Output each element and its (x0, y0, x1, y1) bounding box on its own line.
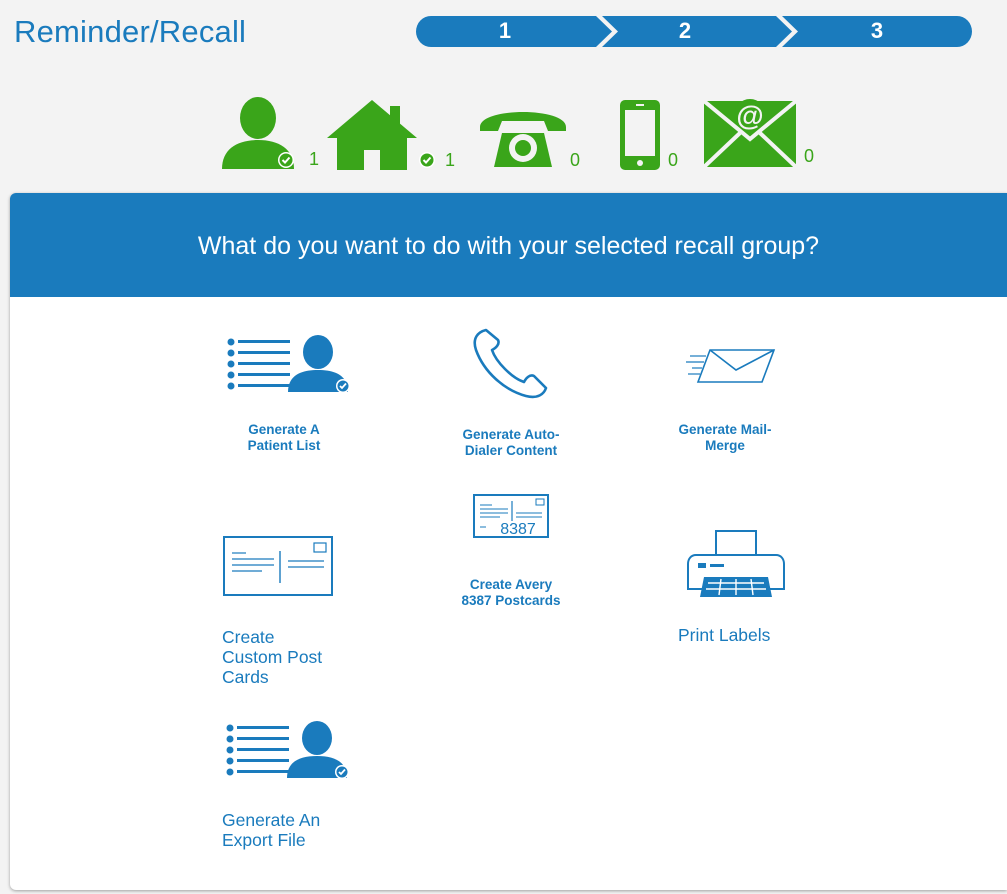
postcard-icon (223, 536, 333, 596)
email-count-value: 0 (804, 146, 815, 166)
printer-icon (687, 530, 785, 597)
telephone-icon (480, 112, 566, 167)
mobile-phone-icon (620, 100, 660, 170)
generate-mail-merge-option[interactable]: Generate Mail- Merge (670, 346, 780, 454)
svg-text:@: @ (736, 100, 763, 131)
avery-label-2: 8387 Postcards (461, 593, 561, 608)
email-icon: @ (704, 99, 798, 167)
house-count-value: 1 (445, 150, 456, 170)
generate-auto-dialer-option[interactable]: Generate Auto- Dialer Content (446, 326, 576, 459)
avery-icon-number: 8387 (500, 521, 536, 538)
step-2-label: 2 (678, 18, 692, 43)
auto-dialer-label-2: Dialer Content (464, 443, 558, 458)
create-custom-post-cards-option[interactable]: Create Custom Post Cards (222, 535, 342, 687)
mobile-count: 0 (618, 98, 678, 170)
telephone-count-value: 0 (570, 150, 581, 170)
print-labels-option[interactable]: Print Labels (678, 529, 798, 645)
generate-export-file-option[interactable]: Generate An Export File (222, 720, 362, 850)
telephone-count: 0 (478, 103, 581, 170)
auto-dialer-label-1: Generate Auto- (462, 427, 560, 442)
panel-question: What do you want to do with your selecte… (10, 193, 1007, 297)
patient-list-label-2: Patient List (247, 438, 321, 453)
step-progress: 1 2 3 (416, 16, 972, 47)
mail-merge-label-1: Generate Mail- (678, 422, 772, 437)
person-icon (222, 97, 294, 169)
export-file-label-2: Export File (222, 830, 306, 850)
custom-post-cards-label-3: Cards (222, 667, 269, 687)
person-count: 1 (219, 97, 319, 169)
avery-postcard-icon: 8387 (473, 494, 549, 538)
options-panel: What do you want to do with your selecte… (10, 193, 1007, 890)
export-file-icon (226, 721, 349, 779)
page-title: Reminder/Recall (14, 14, 247, 49)
export-file-label-1: Generate An (222, 810, 321, 830)
custom-post-cards-label-2: Custom Post (222, 647, 323, 667)
phone-handset-icon (473, 328, 548, 399)
email-count: @ 0 (704, 97, 814, 167)
envelope-send-icon (686, 349, 776, 383)
print-labels-label: Print Labels (678, 625, 771, 645)
create-avery-postcards-option[interactable]: 8387 Create Avery 8387 Postcards (446, 493, 576, 609)
house-count: 1 (327, 100, 455, 170)
avery-label-1: Create Avery (469, 577, 553, 592)
step-1-label: 1 (498, 18, 512, 43)
custom-post-cards-label-1: Create (222, 627, 275, 647)
step-3-label: 3 (870, 18, 884, 43)
house-icon (327, 100, 435, 170)
patient-list-label-1: Generate A (248, 422, 320, 437)
generate-patient-list-option[interactable]: Generate A Patient List (218, 334, 358, 454)
person-count-value: 1 (309, 149, 320, 169)
mail-merge-label-2: Merge (705, 438, 745, 453)
patient-list-icon (227, 335, 350, 393)
mobile-count-value: 0 (668, 150, 679, 170)
